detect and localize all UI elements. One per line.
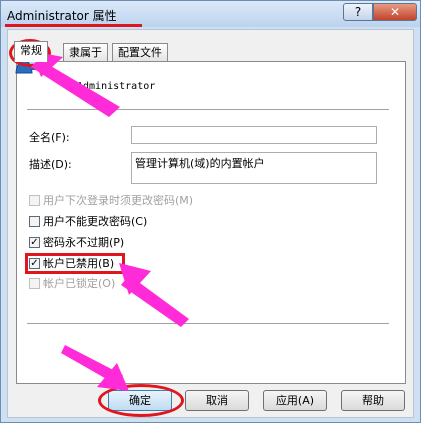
tab-general[interactable]: 常规: [14, 41, 48, 62]
annotation-arrows: [31, 51, 189, 391]
properties-window: Administrator 属性 ? ✕ 常规 隶属于 配置文件 Adminis…: [0, 0, 421, 423]
